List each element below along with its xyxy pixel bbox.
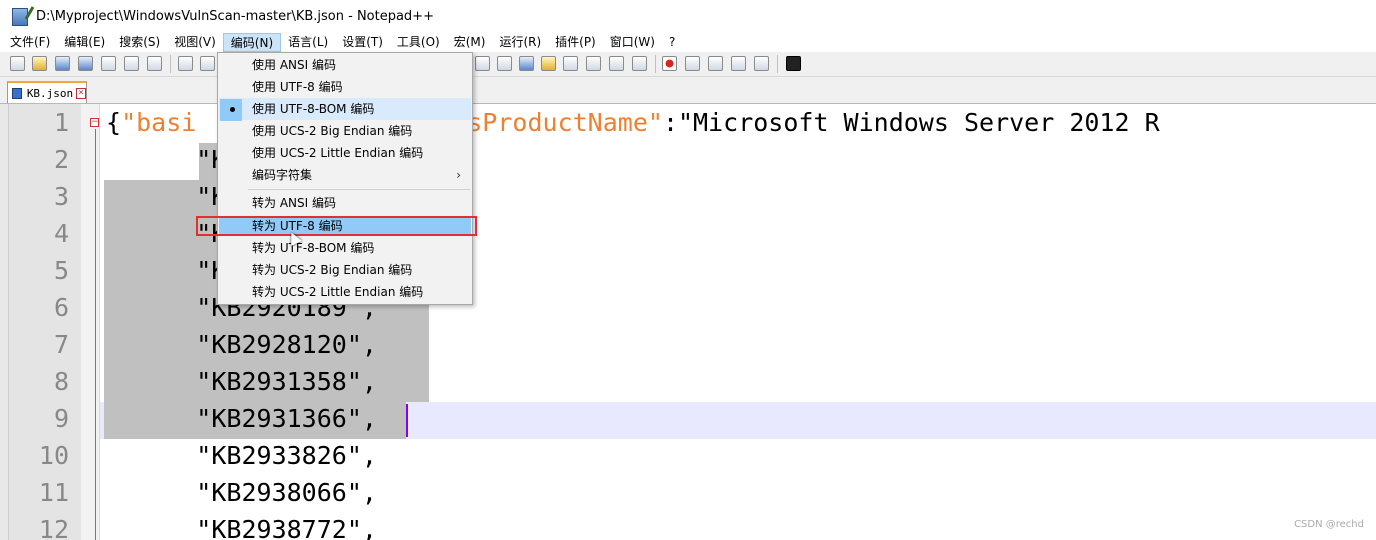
line-number: 11: [38, 478, 69, 507]
monitoring-icon[interactable]: [632, 56, 647, 71]
menu-plugins[interactable]: 插件(P): [548, 33, 603, 52]
menu-item-use-utf8-bom[interactable]: 使用 UTF-8-BOM 编码: [219, 98, 471, 121]
playback-macro-icon[interactable]: [708, 56, 723, 71]
json-key: "basi: [121, 108, 197, 137]
line-number: 8: [53, 367, 69, 396]
file-saved-icon: [12, 87, 22, 99]
toolbar-separator: [655, 55, 656, 73]
code-line[interactable]: "K: [106, 141, 226, 178]
menu-item-convert-ucs2-le[interactable]: 转为 UCS-2 Little Endian 编码: [219, 281, 471, 303]
folder-workspace-icon[interactable]: [609, 56, 624, 71]
toolbar-separator: [777, 55, 778, 73]
menu-bar: 文件(F) 编辑(E) 搜索(S) 视图(V) 编码(N) 语言(L) 设置(T…: [0, 33, 1376, 52]
code-line[interactable]: "KB2938772",: [106, 511, 377, 540]
menu-language[interactable]: 语言(L): [281, 33, 335, 52]
code-line[interactable]: "K: [106, 252, 226, 289]
title-bar: D:\Myproject\WindowsVulnScan-master\KB.j…: [0, 0, 1376, 33]
menu-settings[interactable]: 设置(T): [335, 33, 390, 52]
editor-left-edge: [0, 104, 9, 540]
menu-help[interactable]: ?: [662, 33, 682, 52]
line-number: 12: [38, 515, 69, 540]
line-number: 1: [53, 108, 69, 137]
line-number: 7: [53, 330, 69, 359]
window-title: D:\Myproject\WindowsVulnScan-master\KB.j…: [36, 9, 434, 24]
line-number: 9: [53, 404, 69, 433]
fold-line: [95, 129, 96, 540]
watermark: CSDN @rechd: [1294, 519, 1364, 530]
code-line[interactable]: "KB2933826",: [106, 437, 377, 474]
menu-item-convert-ansi[interactable]: 转为 ANSI 编码: [219, 192, 471, 214]
indent-guide-icon[interactable]: [519, 56, 534, 71]
menu-window[interactable]: 窗口(W): [603, 33, 662, 52]
copy-icon[interactable]: [200, 56, 215, 71]
menu-view[interactable]: 视图(V): [167, 33, 223, 52]
close-icon[interactable]: ×: [76, 87, 86, 99]
notepad-plus-plus-icon: [12, 7, 28, 26]
json-value: :"Microsoft Windows Server 2012 R: [662, 108, 1160, 137]
show-all-characters-icon[interactable]: [497, 56, 512, 71]
tab-bar: KB.json ×: [0, 77, 1376, 104]
menu-item-label: 编码字符集: [252, 168, 313, 182]
save-macro-icon[interactable]: [754, 56, 769, 71]
menu-file[interactable]: 文件(F): [0, 33, 57, 52]
code-brace: {: [106, 108, 122, 137]
record-macro-icon[interactable]: [662, 56, 677, 71]
menu-item-use-ucs2-le[interactable]: 使用 UCS-2 Little Endian 编码: [219, 142, 471, 164]
user-language-icon[interactable]: [541, 56, 556, 71]
console-icon[interactable]: [786, 56, 801, 71]
editor[interactable]: − 1 2 3 4 5 6 7 8 9 10 11 12 {"basi owsP…: [0, 104, 1376, 540]
code-line[interactable]: "KB2938066",: [106, 474, 377, 511]
fold-collapse-icon[interactable]: −: [90, 118, 99, 127]
menu-run[interactable]: 运行(R): [492, 33, 548, 52]
menu-encoding[interactable]: 编码(N): [222, 33, 282, 52]
menu-item-character-sets[interactable]: 编码字符集 ›: [219, 164, 471, 186]
word-wrap-icon[interactable]: [475, 56, 490, 71]
tab-label: KB.json: [26, 86, 74, 100]
code-line[interactable]: "KB2931366",: [106, 400, 377, 437]
menu-item-label: 使用 UTF-8-BOM 编码: [252, 102, 375, 116]
radio-bullet-icon: [230, 107, 235, 112]
menu-tools[interactable]: 工具(O): [390, 33, 447, 52]
tab-kb-json[interactable]: KB.json ×: [7, 81, 87, 103]
line-number: 10: [38, 441, 69, 470]
menu-item-use-ansi[interactable]: 使用 ANSI 编码: [219, 54, 471, 76]
menu-item-convert-utf8-bom[interactable]: 转为 UTF-8-BOM 编码: [219, 237, 471, 259]
encoding-menu: 使用 ANSI 编码 使用 UTF-8 编码 使用 UTF-8-BOM 编码 使…: [217, 52, 473, 305]
code-line[interactable]: "KB2928120",: [106, 326, 377, 363]
save-icon[interactable]: [55, 56, 70, 71]
menu-separator: [248, 189, 470, 190]
new-file-icon[interactable]: [10, 56, 25, 71]
fold-margin[interactable]: [81, 104, 100, 540]
line-number: 2: [53, 145, 69, 174]
close-file-icon[interactable]: [101, 56, 116, 71]
document-map-icon[interactable]: [563, 56, 578, 71]
toolbar-separator: [170, 55, 171, 73]
menu-item-use-ucs2-be[interactable]: 使用 UCS-2 Big Endian 编码: [219, 120, 471, 142]
function-list-icon[interactable]: [586, 56, 601, 71]
menu-search[interactable]: 搜索(S): [112, 33, 167, 52]
menu-item-convert-ucs2-be[interactable]: 转为 UCS-2 Big Endian 编码: [219, 259, 471, 281]
run-macro-multiple-icon[interactable]: [731, 56, 746, 71]
close-all-icon[interactable]: [124, 56, 139, 71]
annotation-highlight-box: [196, 216, 477, 236]
menu-macro[interactable]: 宏(M): [447, 33, 493, 52]
line-number: 4: [53, 219, 69, 248]
open-file-icon[interactable]: [32, 56, 47, 71]
submenu-arrow-icon: ›: [456, 168, 461, 182]
code-line[interactable]: "KB2931358",: [106, 363, 377, 400]
toolbar: [0, 52, 1376, 77]
stop-recording-icon[interactable]: [685, 56, 700, 71]
save-all-icon[interactable]: [78, 56, 93, 71]
code-line[interactable]: "K: [106, 178, 226, 215]
print-icon[interactable]: [147, 56, 162, 71]
menu-item-use-utf8[interactable]: 使用 UTF-8 编码: [219, 76, 471, 98]
line-number: 5: [53, 256, 69, 285]
text-caret: [406, 404, 408, 437]
line-number: 3: [53, 182, 69, 211]
cut-icon[interactable]: [178, 56, 193, 71]
line-number: 6: [53, 293, 69, 322]
menu-edit[interactable]: 编辑(E): [57, 33, 112, 52]
